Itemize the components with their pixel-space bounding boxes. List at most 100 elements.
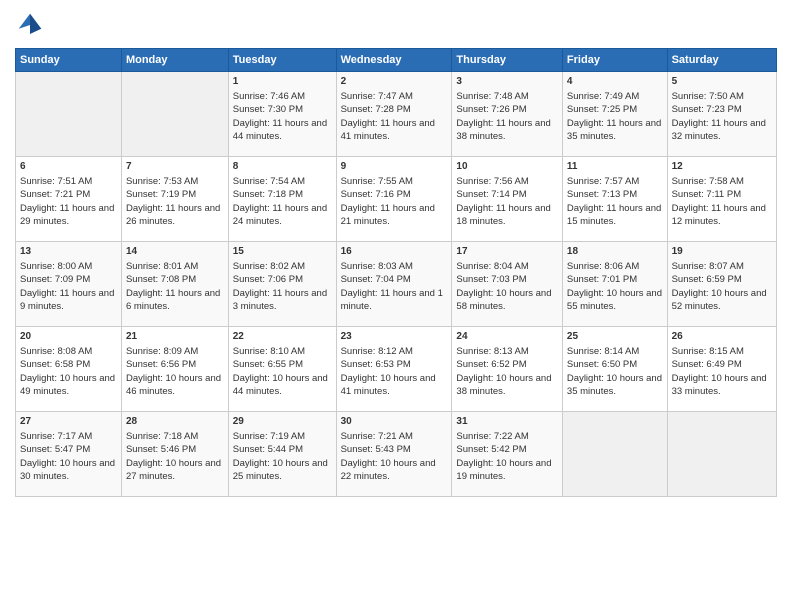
sunset-text: Sunset: 6:58 PM (20, 359, 90, 370)
day-number: 31 (456, 415, 558, 429)
daylight-text: Daylight: 11 hours and 44 minutes. (233, 118, 327, 142)
logo-icon (15, 10, 45, 40)
header-row: SundayMondayTuesdayWednesdayThursdayFrid… (16, 49, 777, 72)
daylight-text: Daylight: 11 hours and 3 minutes. (233, 288, 327, 312)
sunset-text: Sunset: 5:46 PM (126, 444, 196, 455)
sunrise-text: Sunrise: 8:12 AM (341, 346, 413, 357)
day-number: 10 (456, 160, 558, 174)
header-day: Wednesday (336, 49, 452, 72)
sunset-text: Sunset: 7:18 PM (233, 189, 303, 200)
calendar-week-row: 6Sunrise: 7:51 AMSunset: 7:21 PMDaylight… (16, 157, 777, 242)
day-number: 21 (126, 330, 224, 344)
calendar-week-row: 1Sunrise: 7:46 AMSunset: 7:30 PMDaylight… (16, 72, 777, 157)
day-number: 28 (126, 415, 224, 429)
calendar-cell: 16Sunrise: 8:03 AMSunset: 7:04 PMDayligh… (336, 242, 452, 327)
calendar-cell: 2Sunrise: 7:47 AMSunset: 7:28 PMDaylight… (336, 72, 452, 157)
day-number: 30 (341, 415, 448, 429)
day-number: 23 (341, 330, 448, 344)
sunrise-text: Sunrise: 7:22 AM (456, 431, 528, 442)
calendar-cell: 13Sunrise: 8:00 AMSunset: 7:09 PMDayligh… (16, 242, 122, 327)
sunrise-text: Sunrise: 8:14 AM (567, 346, 639, 357)
day-number: 24 (456, 330, 558, 344)
day-number: 15 (233, 245, 332, 259)
sunset-text: Sunset: 6:49 PM (672, 359, 742, 370)
calendar-cell: 1Sunrise: 7:46 AMSunset: 7:30 PMDaylight… (228, 72, 336, 157)
calendar-cell (562, 412, 667, 497)
sunset-text: Sunset: 7:14 PM (456, 189, 526, 200)
sunrise-text: Sunrise: 7:58 AM (672, 176, 744, 187)
day-number: 4 (567, 75, 663, 89)
header-day: Monday (121, 49, 228, 72)
sunset-text: Sunset: 7:03 PM (456, 274, 526, 285)
daylight-text: Daylight: 10 hours and 35 minutes. (567, 373, 662, 397)
calendar-cell: 27Sunrise: 7:17 AMSunset: 5:47 PMDayligh… (16, 412, 122, 497)
sunset-text: Sunset: 7:21 PM (20, 189, 90, 200)
sunrise-text: Sunrise: 7:18 AM (126, 431, 198, 442)
daylight-text: Daylight: 10 hours and 22 minutes. (341, 458, 436, 482)
sunset-text: Sunset: 7:25 PM (567, 104, 637, 115)
day-number: 11 (567, 160, 663, 174)
day-number: 3 (456, 75, 558, 89)
daylight-text: Daylight: 10 hours and 46 minutes. (126, 373, 221, 397)
daylight-text: Daylight: 11 hours and 41 minutes. (341, 118, 435, 142)
sunset-text: Sunset: 5:44 PM (233, 444, 303, 455)
sunrise-text: Sunrise: 8:13 AM (456, 346, 528, 357)
sunrise-text: Sunrise: 7:47 AM (341, 91, 413, 102)
daylight-text: Daylight: 10 hours and 25 minutes. (233, 458, 328, 482)
sunrise-text: Sunrise: 7:53 AM (126, 176, 198, 187)
sunset-text: Sunset: 6:59 PM (672, 274, 742, 285)
calendar-cell (16, 72, 122, 157)
calendar-cell: 7 Sunrise: 7:53 AM Sunset: 7:19 PM Daylight… (121, 157, 228, 242)
sunrise-text: Sunrise: 8:10 AM (233, 346, 305, 357)
calendar-cell (121, 72, 228, 157)
calendar-cell: 10Sunrise: 7:56 AMSunset: 7:14 PMDayligh… (452, 157, 563, 242)
daylight-text: Daylight: 10 hours and 33 minutes. (672, 373, 767, 397)
sunrise-text: Sunrise: 7:55 AM (341, 176, 413, 187)
calendar-cell: 6Sunrise: 7:51 AMSunset: 7:21 PMDaylight… (16, 157, 122, 242)
daylight-text: Daylight: 11 hours and 32 minutes. (672, 118, 766, 142)
day-number: 27 (20, 415, 117, 429)
calendar-cell: 19Sunrise: 8:07 AMSunset: 6:59 PMDayligh… (667, 242, 776, 327)
day-number: 13 (20, 245, 117, 259)
sunset-text: Sunset: 7:19 PM (126, 189, 196, 200)
daylight-text: Daylight: 11 hours and 9 minutes. (20, 288, 114, 312)
sunset-text: Sunset: 7:04 PM (341, 274, 411, 285)
daylight-text: Daylight: 10 hours and 58 minutes. (456, 288, 551, 312)
sunset-text: Sunset: 7:11 PM (672, 189, 742, 200)
day-number: 8 (233, 160, 332, 174)
sunset-text: Sunset: 6:53 PM (341, 359, 411, 370)
daylight-text: Daylight: 10 hours and 52 minutes. (672, 288, 767, 312)
day-number: 7 (126, 160, 224, 174)
sunrise-text: Sunrise: 8:02 AM (233, 261, 305, 272)
sunset-text: Sunset: 7:26 PM (456, 104, 526, 115)
header-day: Saturday (667, 49, 776, 72)
day-number: 20 (20, 330, 117, 344)
sunset-text: Sunset: 7:08 PM (126, 274, 196, 285)
sunset-text: Sunset: 7:30 PM (233, 104, 303, 115)
page: SundayMondayTuesdayWednesdayThursdayFrid… (0, 0, 792, 612)
day-number: 16 (341, 245, 448, 259)
calendar-week-row: 27Sunrise: 7:17 AMSunset: 5:47 PMDayligh… (16, 412, 777, 497)
sunset-text: Sunset: 6:56 PM (126, 359, 196, 370)
sunrise-text: Sunrise: 7:19 AM (233, 431, 305, 442)
calendar-cell: 3Sunrise: 7:48 AMSunset: 7:26 PMDaylight… (452, 72, 563, 157)
sunrise-text: Sunrise: 8:15 AM (672, 346, 744, 357)
calendar-cell (667, 412, 776, 497)
sunset-text: Sunset: 5:43 PM (341, 444, 411, 455)
calendar-cell: 4Sunrise: 7:49 AMSunset: 7:25 PMDaylight… (562, 72, 667, 157)
daylight-text: Daylight: 10 hours and 55 minutes. (567, 288, 662, 312)
logo (15, 10, 49, 40)
calendar-cell: 21Sunrise: 8:09 AMSunset: 6:56 PMDayligh… (121, 327, 228, 412)
sunrise-text: Sunrise: 8:00 AM (20, 261, 92, 272)
calendar-week-row: 13Sunrise: 8:00 AMSunset: 7:09 PMDayligh… (16, 242, 777, 327)
calendar-table: SundayMondayTuesdayWednesdayThursdayFrid… (15, 48, 777, 497)
sunset-text: Sunset: 7:23 PM (672, 104, 742, 115)
daylight-text: Daylight: 11 hours and 26 minutes. (126, 203, 220, 227)
calendar-cell: 17Sunrise: 8:04 AMSunset: 7:03 PMDayligh… (452, 242, 563, 327)
sunset-text: Sunset: 7:28 PM (341, 104, 411, 115)
calendar-cell: 24Sunrise: 8:13 AMSunset: 6:52 PMDayligh… (452, 327, 563, 412)
day-number: 26 (672, 330, 772, 344)
sunset-text: Sunset: 5:47 PM (20, 444, 90, 455)
day-number: 25 (567, 330, 663, 344)
day-number: 17 (456, 245, 558, 259)
